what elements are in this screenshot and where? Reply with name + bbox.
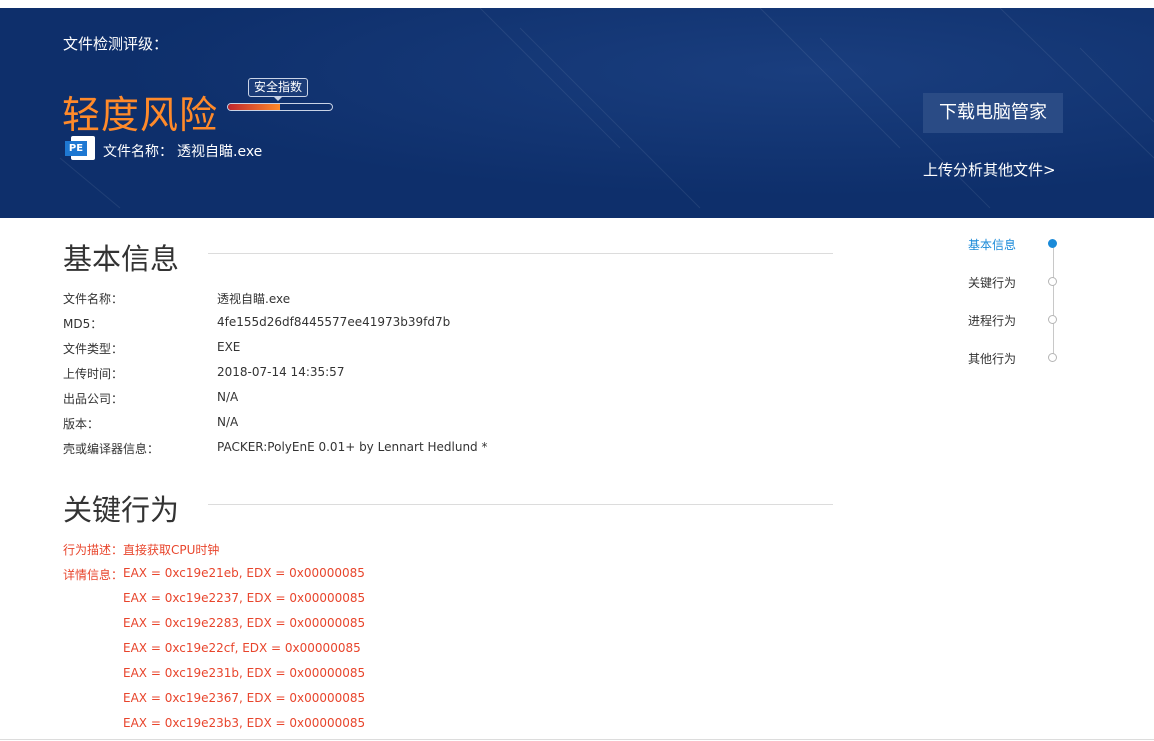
behavior-description: 行为描述：直接获取CPU时钟 (63, 541, 219, 558)
nav-dot-process-behavior[interactable] (1048, 315, 1057, 324)
nav-dot-other-behavior[interactable] (1048, 353, 1057, 362)
info-value-filetype: EXE (217, 340, 241, 354)
upload-other-file-link[interactable]: 上传分析其他文件> (923, 159, 1056, 180)
info-label-version: 版本： (63, 417, 100, 431)
behavior-description-label: 行为描述： (63, 543, 124, 557)
banner-file-name: 文件名称： 透视自瞄.exe (103, 141, 266, 161)
info-value-company: N/A (217, 390, 239, 404)
info-label-packer: 壳或编译器信息： (63, 442, 160, 456)
behavior-detail-line: EAX = 0xc19e2283, EDX = 0x00000085 (123, 616, 366, 630)
key-behavior-divider (208, 504, 833, 505)
behavior-detail-line: EAX = 0xc19e22cf, EDX = 0x00000085 (123, 641, 361, 655)
info-label-md5: MD5： (63, 317, 103, 331)
nav-item-process-behavior[interactable]: 进程行为 (968, 312, 1016, 329)
safety-index-tag: 安全指数 (248, 78, 309, 101)
nav-item-key-behavior[interactable]: 关键行为 (968, 274, 1016, 291)
nav-item-basic-info[interactable]: 基本信息 (968, 236, 1016, 253)
nav-dot-key-behavior[interactable] (1048, 277, 1057, 286)
behavior-detail-line: EAX = 0xc19e231b, EDX = 0x00000085 (123, 666, 366, 680)
nav-dot-basic-info[interactable] (1048, 239, 1057, 248)
safety-index-fill (228, 104, 280, 110)
behavior-detail-line: EAX = 0xc19e2367, EDX = 0x00000085 (123, 691, 366, 705)
info-label-upload-time: 上传时间： (63, 367, 124, 381)
info-value-version: N/A (217, 415, 239, 429)
behavior-detail-line: EAX = 0xc19e23b3, EDX = 0x00000085 (123, 716, 366, 730)
basic-info-title: 基本信息 (63, 242, 180, 276)
result-banner: 文件检测评级： 轻度风险 安全指数 PE 文件名称： 透视自瞄.exe 下载电脑管… (0, 8, 1154, 218)
info-value-packer: PACKER:PolyEnE 0.01+ by Lennart Hedlund … (217, 440, 488, 454)
page-bottom-divider (0, 739, 1154, 740)
pe-badge: PE (65, 141, 87, 156)
nav-item-other-behavior[interactable]: 其他行为 (968, 350, 1016, 367)
section-nav-track (1053, 243, 1054, 357)
top-strip (0, 0, 1154, 8)
pe-file-icon: PE (65, 136, 97, 160)
banner-file-name-value: 透视自瞄.exe (177, 144, 263, 160)
basic-info-divider (208, 253, 833, 254)
safety-index-meter (227, 103, 333, 111)
behavior-description-value: 直接获取CPU时钟 (123, 543, 220, 557)
key-behavior-title: 关键行为 (63, 493, 180, 527)
info-label-company: 出品公司： (63, 392, 124, 406)
info-value-upload-time: 2018-07-14 14:35:57 (217, 365, 345, 379)
section-nav: 基本信息 关键行为 进程行为 其他行为 (950, 230, 1070, 370)
behavior-detail-line: EAX = 0xc19e2237, EDX = 0x00000085 (123, 591, 366, 605)
info-value-md5: 4fe155d26df8445577ee41973b39fd7b (217, 315, 451, 329)
behavior-detail-label: 详情信息： (63, 568, 124, 582)
info-value-filename: 透视自瞄.exe (217, 292, 291, 306)
risk-level: 轻度风险 (62, 93, 219, 137)
download-pc-manager-button[interactable]: 下载电脑管家 (923, 93, 1063, 133)
info-label-filename: 文件名称： (63, 292, 124, 306)
rating-label: 文件检测评级： (63, 35, 169, 53)
banner-file-name-label: 文件名称： (103, 144, 173, 160)
behavior-detail-line: EAX = 0xc19e21eb, EDX = 0x00000085 (123, 566, 365, 580)
info-label-filetype: 文件类型： (63, 342, 124, 356)
